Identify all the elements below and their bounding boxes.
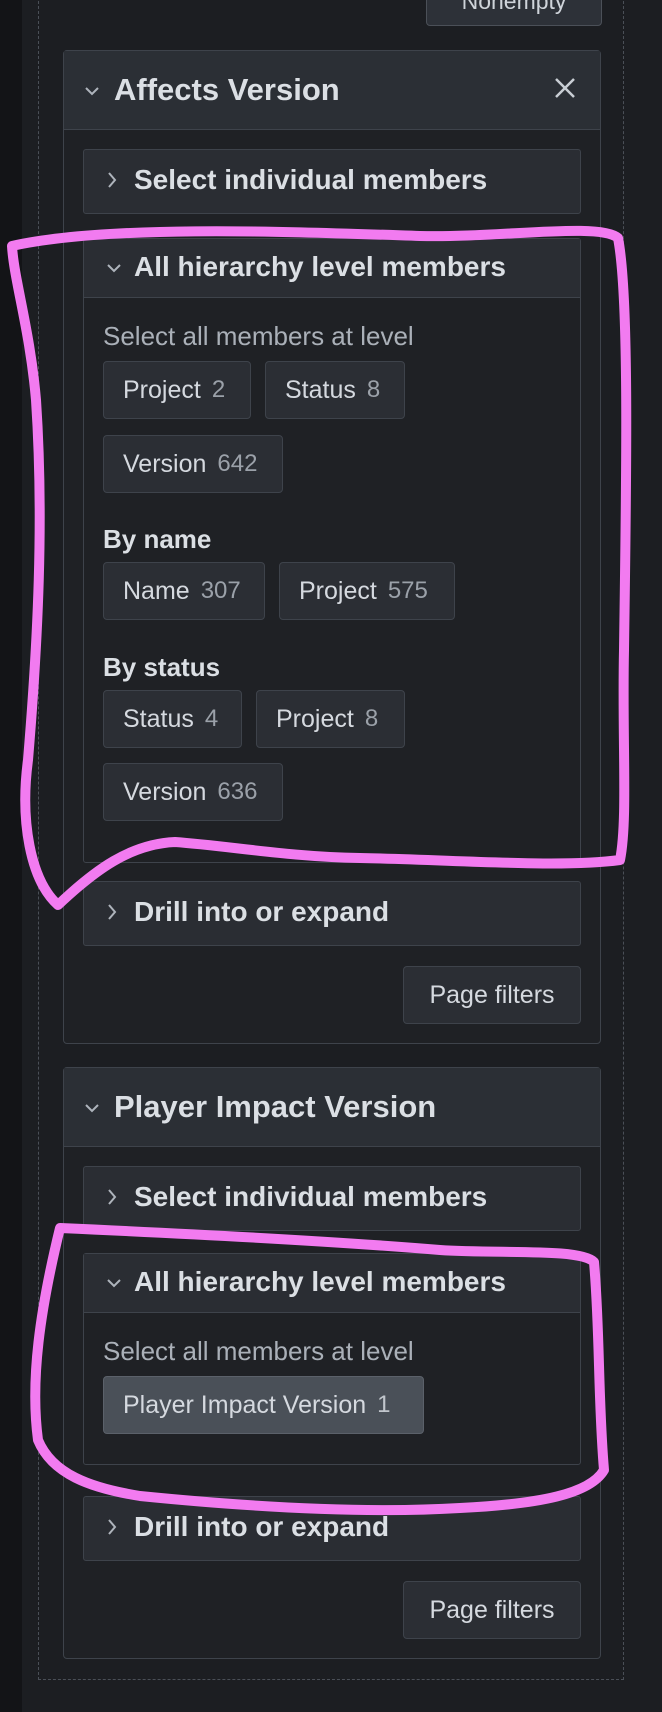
panel-title: Player Impact Version <box>114 1089 437 1124</box>
chip-label: Project <box>299 576 377 605</box>
section-drill-into-or-expand[interactable]: Drill into or expand <box>83 881 581 946</box>
chevron-right-icon <box>106 171 118 194</box>
section-title: Select individual members <box>134 164 488 195</box>
by-name-chip-name[interactable]: Name 307 <box>103 562 265 620</box>
section-title: Drill into or expand <box>134 1511 390 1542</box>
panel-header[interactable]: Affects Version <box>64 51 600 130</box>
by-status-chip-version[interactable]: Version 636 <box>103 763 283 821</box>
chip-label: Status <box>285 375 356 404</box>
section-title: All hierarchy level members <box>134 1266 506 1297</box>
level-chip-version[interactable]: Version 642 <box>103 435 283 493</box>
panel-title: Affects Version <box>114 72 340 107</box>
page-filters-button[interactable]: Page filters <box>403 1581 581 1639</box>
section-all-hierarchy-level-members: All hierarchy level members Select all m… <box>83 1253 581 1465</box>
section-drill-into-or-expand[interactable]: Drill into or expand <box>83 1496 581 1561</box>
chevron-right-icon <box>106 1188 118 1211</box>
level-hint: Select all members at level <box>103 321 414 351</box>
section-select-individual-members[interactable]: Select individual members <box>83 149 581 214</box>
group-label-by-name: By name <box>103 524 212 554</box>
left-edge-strip <box>0 0 22 1712</box>
chevron-down-icon <box>106 258 122 279</box>
level-chip-project[interactable]: Project 2 <box>103 361 251 419</box>
chip-label: Project <box>276 704 354 733</box>
panel-player-impact-version: Player Impact Version Select individual … <box>63 1067 601 1659</box>
panel-header[interactable]: Player Impact Version <box>64 1068 600 1147</box>
chevron-right-icon <box>106 1518 118 1541</box>
section-title: Select individual members <box>134 1181 488 1212</box>
group-label-by-status: By status <box>103 652 221 682</box>
chip-label: Player Impact Version <box>123 1390 367 1419</box>
chip-count: 307 <box>200 577 241 604</box>
chip-label: Name <box>123 576 190 605</box>
level-chip-player-impact-version[interactable]: Player Impact Version 1 <box>103 1376 424 1434</box>
page-filters-button[interactable]: Page filters <box>403 966 581 1024</box>
chevron-down-icon[interactable] <box>84 1098 100 1119</box>
section-header[interactable]: All hierarchy level members <box>84 239 580 298</box>
section-title: All hierarchy level members <box>134 251 506 282</box>
panel-affects-version: Affects Version Select individual member… <box>63 50 601 1044</box>
level-chip-status[interactable]: Status 8 <box>265 361 405 419</box>
chip-label: Version <box>123 777 207 806</box>
section-header[interactable]: All hierarchy level members <box>84 1254 580 1313</box>
chip-count: 642 <box>217 450 258 477</box>
chip-count: 8 <box>364 705 379 732</box>
chip-label: Status <box>123 704 194 733</box>
chip-count: 636 <box>217 778 258 805</box>
section-select-individual-members[interactable]: Select individual members <box>83 1166 581 1231</box>
chip-count: 575 <box>387 577 428 604</box>
chevron-down-icon[interactable] <box>84 81 100 102</box>
chevron-down-icon <box>106 1273 122 1294</box>
section-title: Drill into or expand <box>134 896 390 927</box>
nonempty-button[interactable]: Nonempty <box>426 0 602 26</box>
chip-count: 2 <box>211 376 226 403</box>
by-name-chip-project[interactable]: Project 575 <box>279 562 455 620</box>
close-icon[interactable] <box>550 73 580 103</box>
section-all-hierarchy-level-members: All hierarchy level members Select all m… <box>83 238 581 863</box>
level-hint: Select all members at level <box>103 1336 414 1366</box>
chip-label: Project <box>123 375 201 404</box>
chip-count: 4 <box>204 705 219 732</box>
chevron-right-icon <box>106 903 118 926</box>
chip-label: Version <box>123 449 207 478</box>
chip-count: 8 <box>366 376 381 403</box>
by-status-chip-project[interactable]: Project 8 <box>256 690 405 748</box>
chip-count: 1 <box>377 1391 391 1418</box>
by-status-chip-status[interactable]: Status 4 <box>103 690 242 748</box>
